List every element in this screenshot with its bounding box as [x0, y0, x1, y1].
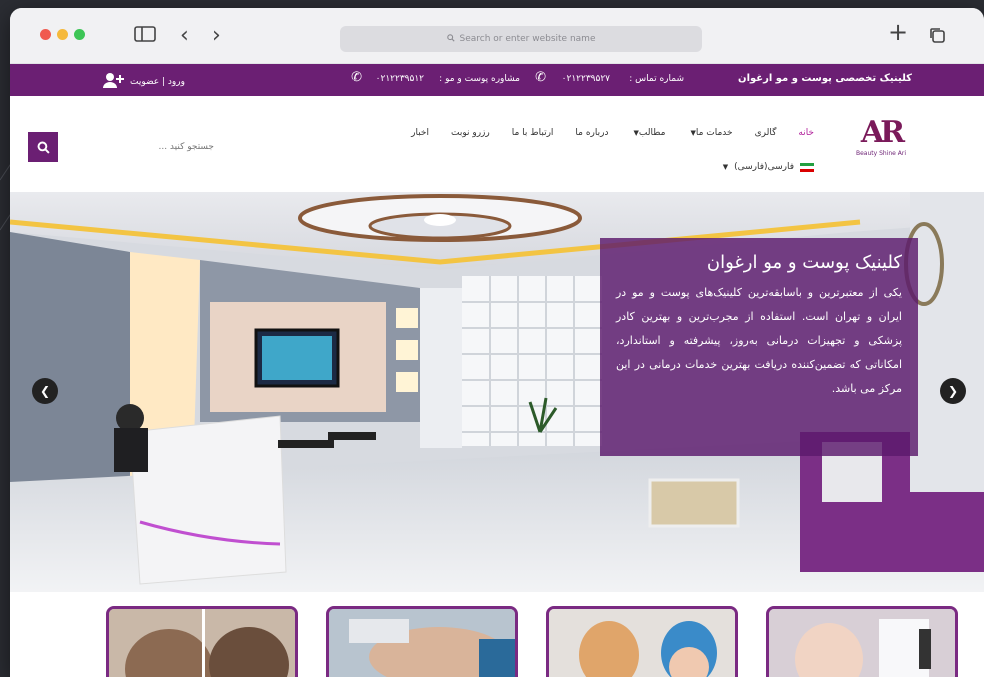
service-card[interactable] [326, 606, 518, 677]
topbar-brand: کلینیک تخصصی پوست و مو ارغوان [738, 73, 912, 84]
service-card[interactable] [546, 606, 738, 677]
minimize-dot[interactable] [57, 29, 68, 40]
nav-services-label: خدمات ما [695, 128, 733, 138]
chevron-down-icon: ▼ [722, 163, 729, 171]
hero-caption: کلینیک پوست و مو ارغوان یکی از معتبرترین… [600, 238, 918, 456]
search-button[interactable] [28, 132, 58, 162]
language-label: فارسی(فارسی) [734, 162, 794, 172]
maximize-dot[interactable] [74, 29, 85, 40]
phone-icon: ✆ [351, 70, 362, 85]
browser-toolbar: ‹ › Search or enter website name + [10, 8, 984, 64]
laser-treatment-image [769, 609, 955, 677]
site-logo[interactable]: AR Beauty Shine Ari [846, 116, 916, 176]
add-user-icon [102, 72, 124, 91]
slider-next-button[interactable]: ❯ [940, 378, 966, 404]
chevron-left-icon: ❮ [39, 384, 51, 398]
slider-prev-button[interactable]: ❮ [32, 378, 58, 404]
logo-mark: AR [860, 115, 905, 150]
site-header: AR Beauty Shine Ari خانه گالری خدمات ما▼… [10, 96, 984, 192]
window-controls [40, 29, 85, 40]
hero-slider[interactable]: کلینیک پوست و مو ارغوان یکی از معتبرترین… [10, 192, 984, 592]
search-icon [37, 141, 50, 154]
nav-articles-label: مطالب [638, 128, 666, 138]
phone-number-1[interactable]: ۰۲۱۲۲۳۹۵۲۷ [562, 74, 610, 84]
address-bar[interactable]: Search or enter website name [340, 26, 702, 52]
service-card[interactable] [766, 606, 958, 677]
tabs-overview-icon[interactable] [928, 26, 946, 49]
login-link[interactable]: ورود | عضویت [102, 72, 185, 91]
sidebar-toggle-icon[interactable] [134, 26, 156, 47]
consult-label: مشاوره پوست و مو : [439, 74, 520, 84]
close-dot[interactable] [40, 29, 51, 40]
logo-name: Beauty Shine Ari [855, 150, 906, 157]
nav-gallery[interactable]: گالری [755, 128, 777, 138]
hero-title: کلینیک پوست و مو ارغوان [706, 252, 902, 273]
nav-news[interactable]: اخبار [411, 128, 429, 138]
service-card[interactable] [106, 606, 298, 677]
nav-booking[interactable]: رزرو نوبت [451, 128, 490, 138]
skin-treatment-image [329, 609, 515, 677]
consultation-image [549, 609, 735, 677]
main-nav: خانه گالری خدمات ما▼ مطالب▼ درباره ما ار… [411, 128, 814, 138]
phone-icon: ✆ [535, 70, 546, 85]
nav-home[interactable]: خانه [798, 128, 814, 138]
nav-services[interactable]: خدمات ما▼ [687, 128, 732, 138]
nav-articles[interactable]: مطالب▼ [631, 128, 666, 138]
search-icon [446, 33, 455, 45]
service-cards [106, 606, 958, 677]
nav-contact[interactable]: ارتباط با ما [512, 128, 554, 138]
site-topbar: کلینیک تخصصی پوست و مو ارغوان شماره تماس… [10, 64, 984, 96]
iran-flag-icon [800, 162, 814, 172]
login-label: ورود | عضویت [130, 76, 185, 87]
back-button[interactable]: ‹ [180, 25, 189, 47]
address-placeholder: Search or enter website name [459, 34, 596, 44]
hero-body: یکی از معتبرترین و باسابقه‌ترین کلینیک‌ه… [616, 286, 902, 395]
chevron-right-icon: ❯ [947, 384, 959, 398]
hair-treatment-image [109, 609, 295, 677]
phone-number-2[interactable]: ۰۲۱۲۲۳۹۵۱۲ [376, 74, 424, 84]
browser-window: ‹ › Search or enter website name + کلینی… [10, 8, 984, 677]
language-selector[interactable]: فارسی(فارسی) ▼ [723, 162, 814, 172]
nav-about[interactable]: درباره ما [575, 128, 608, 138]
forward-button[interactable]: › [212, 25, 221, 47]
new-tab-button[interactable]: + [888, 20, 908, 44]
contact-label: شماره تماس : [629, 74, 684, 84]
search-input[interactable] [64, 132, 214, 162]
